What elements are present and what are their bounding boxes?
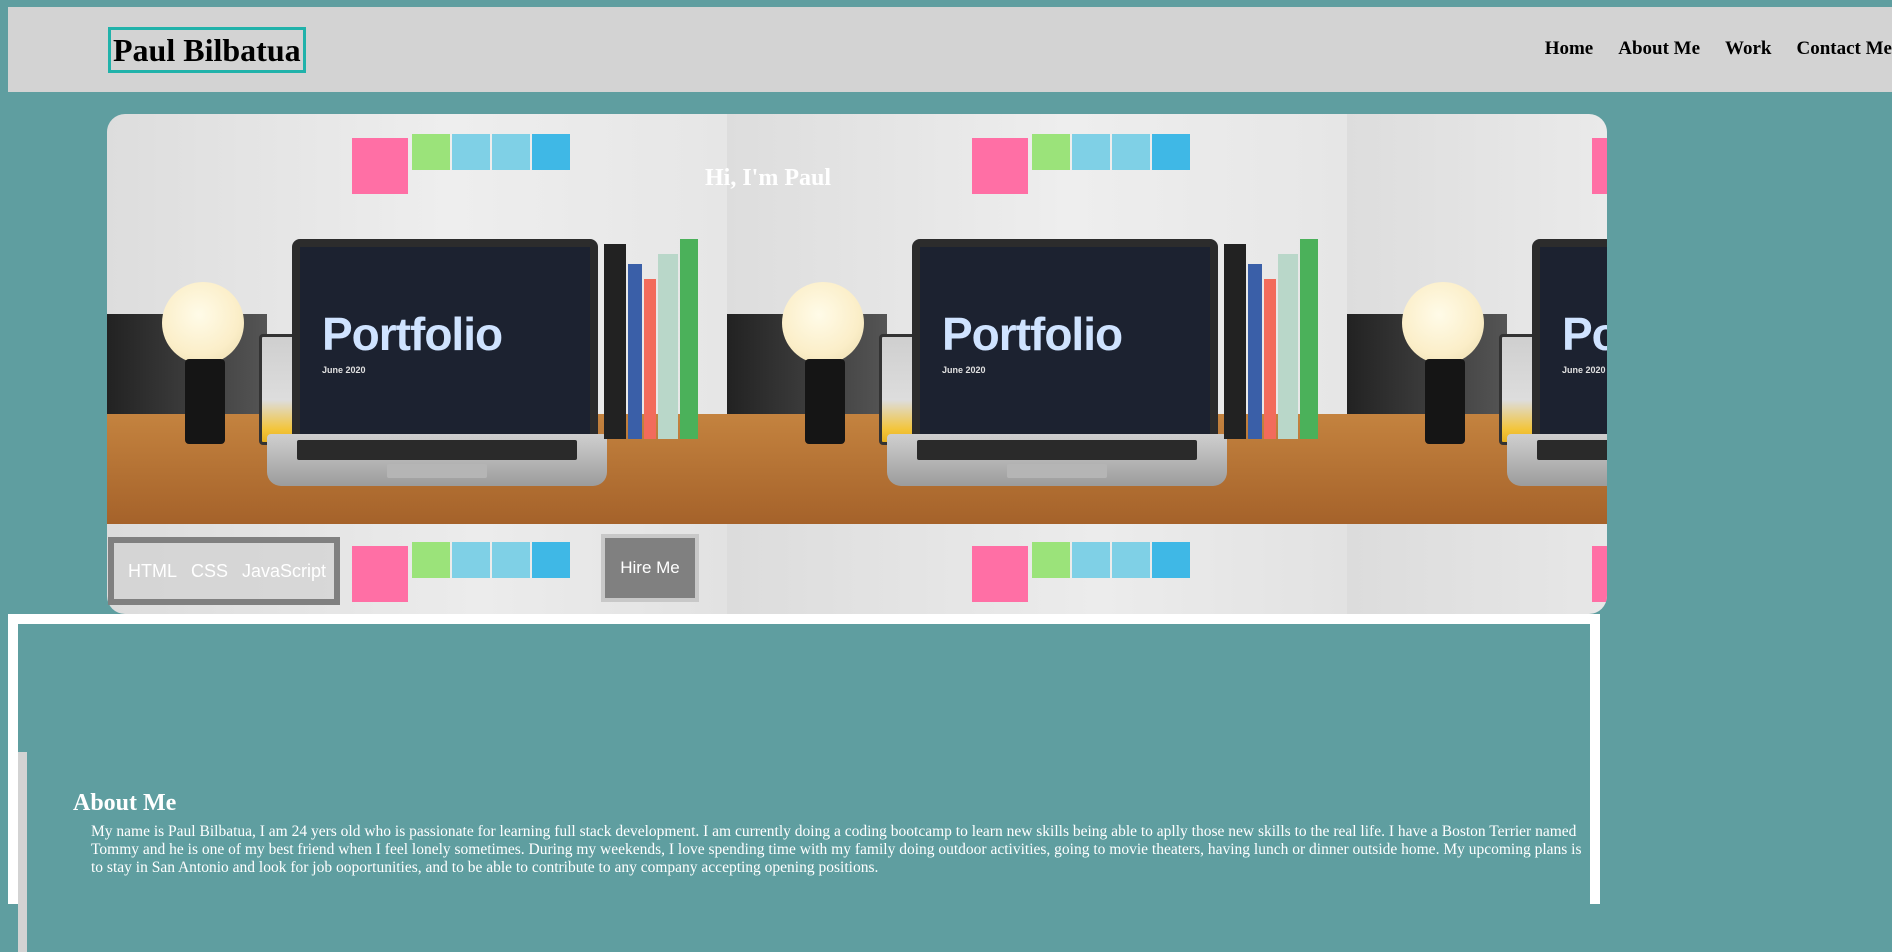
lamp-globe — [162, 282, 244, 364]
lamp-globe — [1402, 282, 1484, 364]
sticky-note — [1152, 134, 1190, 170]
nav-contact-me[interactable]: Contact Me — [1797, 32, 1892, 66]
laptop-date: June 2020 — [942, 365, 986, 375]
sticky-note — [412, 542, 450, 578]
about-text: My name is Paul Bilbatua, I am 24 yers o… — [91, 823, 1591, 877]
sticky-note-star — [1592, 138, 1607, 194]
laptop-keyboard — [887, 434, 1227, 486]
sticky-note-star — [972, 138, 1028, 194]
skill-css: CSS — [191, 561, 228, 582]
sticky-note — [1152, 542, 1190, 578]
laptop-title: Portfolio — [322, 307, 502, 361]
sticky-note-star — [352, 138, 408, 194]
lamp-base — [805, 359, 845, 444]
laptop-date: June 2020 — [322, 365, 366, 375]
skill-html: HTML — [128, 561, 177, 582]
main-nav: Home About Me Work Contact Me — [1520, 32, 1892, 66]
laptop-screen: Portfolio June 2020 — [1532, 239, 1607, 450]
sticky-note — [1072, 134, 1110, 170]
laptop-screen: Portfolio June 2020 — [912, 239, 1218, 450]
laptop-screen: Portfolio June 2020 — [292, 239, 598, 450]
sticky-note — [1032, 134, 1070, 170]
sticky-note — [1112, 542, 1150, 578]
site-brand[interactable]: Paul Bilbatua — [108, 27, 306, 73]
laptop-keyboard — [1507, 434, 1607, 486]
sticky-note — [532, 542, 570, 578]
nav-about-me[interactable]: About Me — [1618, 32, 1700, 66]
nav-home[interactable]: Home — [1545, 32, 1594, 66]
sticky-note-star — [1592, 546, 1607, 602]
skill-javascript: JavaScript — [242, 561, 326, 582]
hero-image-tile: Portfolio June 2020 — [1347, 114, 1607, 614]
about-title: About Me — [73, 790, 176, 817]
about-section: About Me My name is Paul Bilbatua, I am … — [8, 614, 1600, 904]
about-panel: About Me My name is Paul Bilbatua, I am … — [18, 624, 1590, 924]
laptop-title: Portfolio — [942, 307, 1122, 361]
sticky-note — [1072, 542, 1110, 578]
sticky-note — [452, 542, 490, 578]
books — [1224, 239, 1347, 439]
laptop-date: June 2020 — [1562, 365, 1606, 375]
hire-me-button[interactable]: Hire Me — [601, 534, 699, 602]
lamp-base — [1425, 359, 1465, 444]
sticky-note — [412, 134, 450, 170]
hero-greeting: Hi, I'm Paul — [705, 165, 831, 192]
lamp-globe — [782, 282, 864, 364]
laptop-keyboard — [267, 434, 607, 486]
sticky-note-star — [972, 546, 1028, 602]
about-left-bar — [18, 752, 27, 952]
books — [604, 239, 727, 439]
site-header: Paul Bilbatua Home About Me Work Contact… — [8, 7, 1892, 92]
sticky-note — [1032, 542, 1070, 578]
laptop-title: Portfolio — [1562, 307, 1607, 361]
sticky-note — [1112, 134, 1150, 170]
sticky-note — [492, 134, 530, 170]
sticky-note — [452, 134, 490, 170]
sticky-note-star — [352, 546, 408, 602]
nav-work[interactable]: Work — [1725, 32, 1771, 66]
skills-box: HTML CSS JavaScript — [108, 537, 340, 605]
sticky-note — [492, 542, 530, 578]
sticky-note — [532, 134, 570, 170]
lamp-base — [185, 359, 225, 444]
